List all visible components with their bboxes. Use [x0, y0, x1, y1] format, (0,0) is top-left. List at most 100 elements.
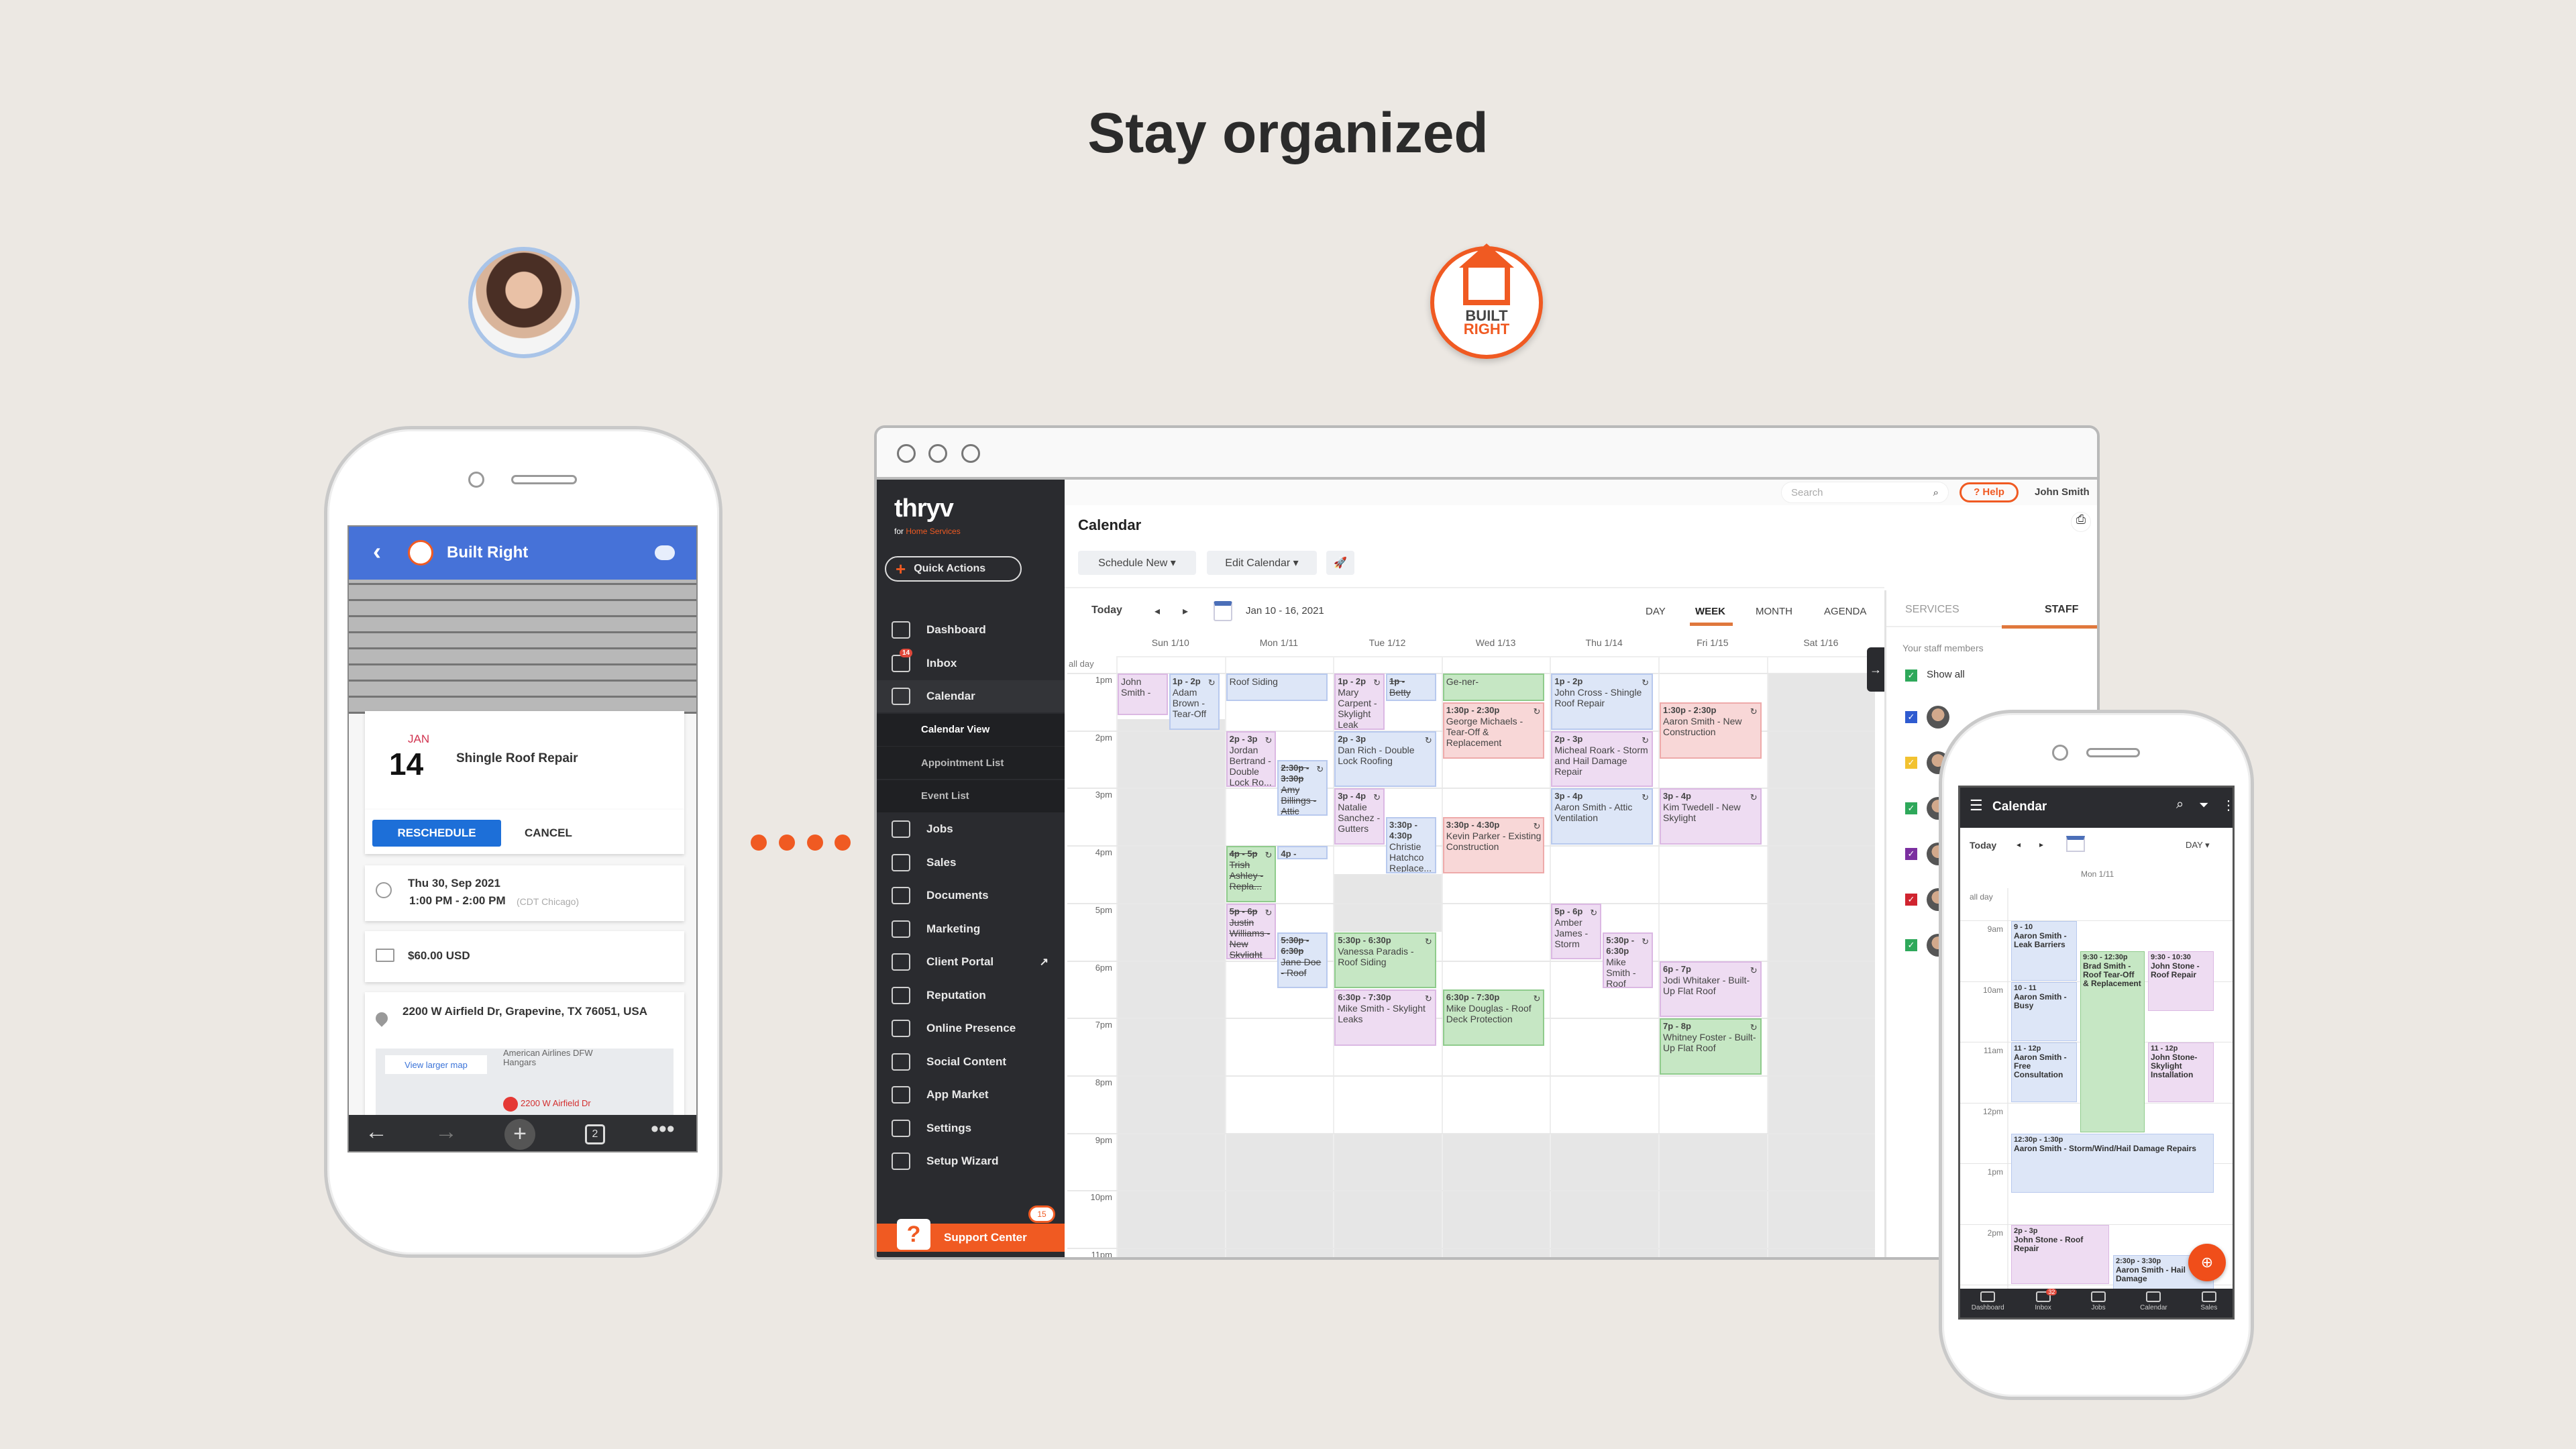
staff-checkbox[interactable]: ✓: [1905, 711, 1917, 723]
window-maximize-button[interactable]: [961, 444, 980, 463]
help-button[interactable]: ? Help: [1960, 482, 2019, 502]
calendar-event[interactable]: 7p - 8p Whitney Foster - Built-Up Flat Ro…: [1660, 1018, 1762, 1075]
show-all-checkbox[interactable]: ✓: [1905, 669, 1917, 682]
calendar-event[interactable]: 5:30p - 6:30p Jane Doe - Roof: [1277, 932, 1328, 989]
window-minimize-button[interactable]: [928, 444, 947, 463]
calendar-event[interactable]: 5:30p - 6:30p Vanessa Paradis - Roof Sidi…: [1334, 932, 1436, 989]
staff-checkbox[interactable]: ✓: [1905, 939, 1917, 951]
more-icon[interactable]: •••: [651, 1116, 675, 1142]
calendar-event[interactable]: Roof Siding: [1226, 674, 1328, 701]
sidebar-item-sales[interactable]: Sales: [877, 847, 1065, 879]
more-vertical-icon[interactable]: ⋮: [2222, 797, 2233, 814]
chevron-left-icon[interactable]: ‹: [373, 537, 381, 566]
view-tab-day[interactable]: DAY: [1646, 606, 1666, 617]
mobile-calendar-event[interactable]: 2p - 3p John Stone - Roof Repair: [2011, 1224, 2109, 1284]
mobile-calendar-event[interactable]: 11 - 12p John Stone- Skylight Installatio…: [2148, 1042, 2214, 1102]
sidebar-item-reputation[interactable]: Reputation: [877, 979, 1065, 1012]
calendar-event[interactable]: 1p - 2p Adam Brown - Tear-Off ↻: [1169, 674, 1220, 730]
nav-item-calendar[interactable]: Calendar: [2126, 1289, 2181, 1318]
staff-checkbox[interactable]: ✓: [1905, 757, 1917, 769]
calendar-event[interactable]: 3:30p - 4:30p Christie Hatchco Replace...: [1386, 817, 1436, 873]
prev-week-icon[interactable]: ◂: [1155, 604, 1160, 618]
calendar-event[interactable]: 1:30p - 2:30p Aaron Smith - New Construct…: [1660, 702, 1762, 759]
mobile-calendar-event[interactable]: 10 - 11 Aaron Smith - Busy: [2011, 981, 2077, 1041]
mobile-calendar-event[interactable]: 9:30 - 10:30 John Stone - Roof Repair: [2148, 951, 2214, 1011]
filter-icon[interactable]: ⏷: [2199, 798, 2208, 812]
calendar-event[interactable]: 1p - Betty: [1386, 674, 1436, 701]
calendar-event[interactable]: 3p - 4p Natalie Sanchez - Gutters ↻: [1334, 788, 1385, 845]
sidebar-item-calendar[interactable]: Calendar: [877, 680, 1065, 712]
reschedule-button[interactable]: RESCHEDULE: [372, 820, 501, 847]
sidebar-item-setup-wizard[interactable]: Setup Wizard: [877, 1145, 1065, 1177]
mobile-calendar-event[interactable]: 12:30p - 1:30p Aaron Smith - Storm/Wind/H…: [2011, 1133, 2214, 1193]
staff-checkbox[interactable]: ✓: [1905, 848, 1917, 860]
next-week-icon[interactable]: ▸: [1183, 604, 1188, 618]
sidebar-item-client-portal[interactable]: Client Portal ↗: [877, 946, 1065, 978]
calendar-event[interactable]: 1p - 2p John Cross - Shingle Roof Repair ↻: [1551, 674, 1653, 730]
add-appointment-fab[interactable]: ⊕: [2188, 1244, 2226, 1281]
user-menu[interactable]: John Smith: [2035, 486, 2090, 498]
calendar-event[interactable]: 4p - 5p Trish Ashley - Repla... ↻: [1226, 846, 1277, 902]
sidebar-item-inbox[interactable]: Inbox 14: [877, 647, 1065, 680]
sidebar-item-event-list[interactable]: Event List: [877, 780, 1065, 812]
calendar-event[interactable]: 1p - 2p Mary Carpent - Skylight Leak ↻: [1334, 674, 1385, 730]
calendar-event[interactable]: 2:30p - 3:30p Amy Billings - Attic ↻: [1277, 759, 1328, 816]
chat-bubble-icon[interactable]: [655, 545, 675, 560]
external-link-icon[interactable]: ↗: [1040, 955, 1049, 969]
calendar-event[interactable]: John Smith -: [1118, 674, 1168, 716]
calendar-event[interactable]: 1:30p - 2:30p George Michaels - Tear-Off …: [1442, 702, 1545, 759]
calendar-event[interactable]: 5p - 6p Amber James - Storm ↻: [1551, 903, 1602, 960]
collapse-panel-arrow-icon[interactable]: →: [1867, 647, 1884, 692]
sidebar-item-settings[interactable]: Settings: [877, 1112, 1065, 1144]
rocket-icon[interactable]: 🚀: [1326, 551, 1354, 575]
today-button[interactable]: Today: [1970, 840, 1996, 851]
nav-item-jobs[interactable]: Jobs: [2071, 1289, 2126, 1318]
next-day-icon[interactable]: ▸: [2039, 840, 2043, 849]
window-close-button[interactable]: [897, 444, 916, 463]
staff-checkbox[interactable]: ✓: [1905, 802, 1917, 814]
calendar-event[interactable]: 5:30p - 6:30p Mike Smith - Roof ↻: [1603, 932, 1653, 989]
sidebar-item-social-content[interactable]: Social Content: [877, 1046, 1065, 1078]
print-icon[interactable]: ⎙: [2071, 512, 2091, 532]
view-select[interactable]: DAY ▾: [2186, 840, 2210, 851]
quick-actions-button[interactable]: + Quick Actions: [885, 556, 1022, 582]
sidebar-item-documents[interactable]: Documents: [877, 879, 1065, 912]
support-center-button[interactable]: ? Support Center: [877, 1219, 1065, 1252]
date-picker-icon[interactable]: [2066, 836, 2085, 852]
map[interactable]: View larger map American Airlines DFW Ha…: [376, 1049, 674, 1122]
calendar-event[interactable]: 4p -: [1277, 846, 1328, 859]
nav-item-inbox[interactable]: Inbox 32: [2015, 1289, 2070, 1318]
sidebar-item-online-presence[interactable]: Online Presence: [877, 1012, 1065, 1044]
calendar-event[interactable]: 3p - 4p Aaron Smith - Attic Ventilation ↻: [1551, 788, 1653, 845]
mobile-calendar-event[interactable]: 9:30 - 12:30p Brad Smith - Roof Tear-Off …: [2080, 951, 2145, 1132]
tabs-button[interactable]: 2: [585, 1124, 605, 1144]
tab-staff[interactable]: STAFF: [2045, 604, 2078, 616]
forward-arrow-icon[interactable]: →: [435, 1119, 458, 1145]
search-icon[interactable]: ⌕: [2176, 797, 2184, 812]
calendar-event[interactable]: 3:30p - 4:30p Kevin Parker - Existing Con…: [1442, 817, 1545, 873]
date-picker-icon[interactable]: [1214, 601, 1232, 621]
sidebar-item-calendar-view[interactable]: Calendar View: [877, 713, 1065, 746]
schedule-new-button[interactable]: Schedule New ▾: [1078, 551, 1196, 575]
mobile-calendar-event[interactable]: 9 - 10 Aaron Smith - Leak Barriers: [2011, 921, 2077, 981]
calendar-event[interactable]: Ge-ner-: [1442, 674, 1545, 701]
staff-checkbox[interactable]: ✓: [1905, 894, 1917, 906]
view-tab-week[interactable]: WEEK: [1695, 606, 1725, 617]
calendar-event[interactable]: 2p - 3p Dan Rich - Double Lock Roofing ↻: [1334, 731, 1436, 788]
sidebar-item-dashboard[interactable]: Dashboard: [877, 614, 1065, 646]
view-tab-agenda[interactable]: AGENDA: [1824, 606, 1866, 617]
edit-calendar-button[interactable]: Edit Calendar ▾: [1207, 551, 1317, 575]
view-tab-month[interactable]: MONTH: [1756, 606, 1792, 617]
calendar-event[interactable]: 2p - 3p Micheal Roark - Storm and Hail Da…: [1551, 731, 1653, 788]
sidebar-item-marketing[interactable]: Marketing: [877, 913, 1065, 945]
sidebar-item-jobs[interactable]: Jobs: [877, 813, 1065, 845]
today-button[interactable]: Today: [1091, 604, 1122, 616]
calendar-event[interactable]: 2p - 3p Jordan Bertrand - Double Lock Ro.…: [1226, 731, 1277, 788]
calendar-event[interactable]: 6:30p - 7:30p Mike Smith - Skylight Leaks…: [1334, 989, 1436, 1046]
mobile-calendar-event[interactable]: 11 - 12p Aaron Smith -Free Consultation: [2011, 1042, 2077, 1102]
tab-services[interactable]: SERVICES: [1905, 604, 1960, 616]
sidebar-item-app-market[interactable]: App Market: [877, 1079, 1065, 1111]
prev-day-icon[interactable]: ◂: [2017, 840, 2021, 849]
search-input[interactable]: Search ⌕: [1781, 482, 1949, 503]
sidebar-item-appointment-list[interactable]: Appointment List: [877, 747, 1065, 779]
